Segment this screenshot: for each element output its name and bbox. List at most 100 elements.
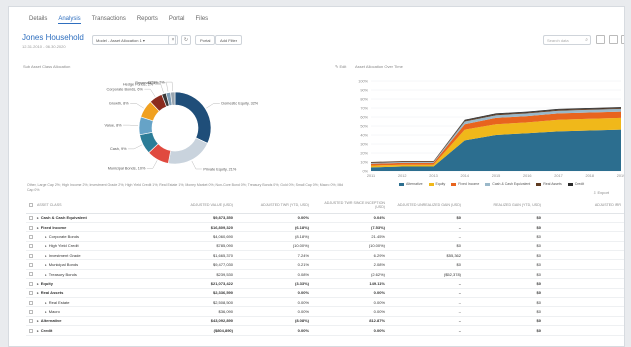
tab-details[interactable]: Details bbox=[29, 16, 47, 24]
row-checkbox[interactable] bbox=[29, 328, 33, 333]
table-row[interactable]: ▸ Macro $36,090 0.00% 0.00% – $0 bbox=[26, 306, 624, 317]
row-checkbox[interactable] bbox=[29, 216, 33, 221]
table-row[interactable]: ▸ Real Assets $2,336,590 0.00% 0.00% – $0 bbox=[26, 288, 624, 299]
table-row[interactable]: ▸ Investment Grade $1,665,370 7.24% 6.29% $55… bbox=[26, 250, 624, 261]
legend-item[interactable]: Cash & Cash Equivalent bbox=[485, 182, 530, 186]
expand-caret-icon[interactable]: ▸ bbox=[45, 301, 47, 305]
twr-since-inception-cell: 2.08% bbox=[312, 259, 388, 270]
tab-files[interactable]: Files bbox=[196, 16, 209, 24]
refresh-icon[interactable]: ↻ bbox=[181, 35, 191, 45]
column-header[interactable]: ASSET CLASS bbox=[26, 198, 176, 214]
expand-caret-icon[interactable]: ▸ bbox=[37, 216, 39, 220]
column-header[interactable]: ADJUSTED IRR bbox=[544, 198, 624, 214]
tab-analysis[interactable]: Analysis bbox=[58, 16, 81, 24]
model-select[interactable]: Model - Asset Allocation 1 ▾ bbox=[92, 35, 176, 45]
table-row[interactable]: ▸ Alternative $43,092,890 (8.08%) 812.87% – $0 bbox=[26, 316, 624, 327]
legend-swatch bbox=[485, 182, 491, 186]
row-checkbox[interactable] bbox=[29, 300, 33, 305]
search-input[interactable]: Search data ⌕ bbox=[543, 35, 591, 45]
settings-icon[interactable] bbox=[621, 35, 624, 44]
asset-class-name: Investment Grade bbox=[48, 252, 81, 258]
expand-caret-icon[interactable]: ▸ bbox=[37, 226, 39, 230]
row-checkbox[interactable] bbox=[29, 234, 33, 239]
realized-gain-cell: $0 bbox=[464, 213, 544, 223]
clear-icon[interactable]: × bbox=[168, 35, 178, 45]
table-row[interactable]: ▸ Treasury Bonds $239,530 0.08% (2.62%) ($52,… bbox=[26, 269, 624, 280]
twr-since-inception-cell: 0.00% bbox=[312, 288, 388, 299]
tab-reports[interactable]: Reports bbox=[137, 16, 158, 24]
expand-caret-icon[interactable]: ▸ bbox=[37, 319, 39, 323]
table-row[interactable]: ▸ Credit ($804,890) 0.00% 0.00% – $0 bbox=[26, 325, 624, 336]
asset-class-cell[interactable]: ▸ Real Assets bbox=[26, 288, 176, 299]
expand-caret-icon[interactable]: ▸ bbox=[37, 329, 39, 333]
legend-item[interactable]: Credit bbox=[567, 182, 584, 186]
asset-class-cell[interactable]: ▸ High Yield Credit bbox=[26, 241, 176, 252]
row-checkbox[interactable] bbox=[29, 225, 33, 230]
asset-class-cell[interactable]: ▸ Fixed Income bbox=[26, 222, 176, 233]
adjusted-value-cell: $21,073,422 bbox=[176, 278, 236, 289]
export-button[interactable]: ⇩ Export bbox=[593, 190, 609, 195]
add-filter-button[interactable]: Add Filter bbox=[215, 35, 243, 45]
twr-since-inception-cell: 0.00% bbox=[312, 297, 388, 308]
expand-caret-icon[interactable]: ▸ bbox=[45, 310, 47, 314]
row-checkbox[interactable] bbox=[29, 272, 33, 277]
tab-portal[interactable]: Portal bbox=[169, 16, 185, 24]
row-checkbox[interactable] bbox=[29, 263, 33, 268]
table-row[interactable]: ▸ High Yield Credit $785,090 (10.00%) (10.00… bbox=[26, 241, 624, 252]
unrealized-gain-cell: – bbox=[388, 306, 464, 317]
column-header[interactable]: ADJUSTED TWR SINCE INCEPTION (USD) bbox=[312, 198, 388, 214]
columns-icon[interactable] bbox=[609, 35, 618, 44]
asset-class-cell[interactable]: ▸ Investment Grade bbox=[26, 250, 176, 261]
asset-class-cell[interactable]: ▸ Macro bbox=[26, 306, 176, 317]
column-header[interactable]: ADJUSTED UNREALIZED GAIN (USD) bbox=[388, 198, 464, 214]
expand-caret-icon[interactable]: ▸ bbox=[45, 244, 47, 248]
legend-item[interactable]: Equity bbox=[428, 182, 445, 186]
table-row[interactable]: ▸ Equity $21,073,422 (3.33%) 149.11% – $0 bbox=[26, 278, 624, 289]
column-header[interactable]: ADJUSTED VALUE (USD) bbox=[176, 198, 236, 214]
asset-class-cell[interactable]: ▸ Alternative bbox=[26, 316, 176, 327]
select-all-checkbox[interactable] bbox=[29, 203, 33, 208]
table-row[interactable]: ▸ Cash & Cash Equivalent $9,873,350 0.00% 0.… bbox=[26, 213, 624, 223]
asset-class-cell[interactable]: ▸ Municipal Bonds bbox=[26, 259, 176, 270]
donut-slice-0[interactable] bbox=[174, 91, 212, 144]
column-header[interactable]: ADJUSTED TWR (YTD, USD) bbox=[236, 198, 312, 214]
row-checkbox[interactable] bbox=[29, 281, 33, 286]
expand-caret-icon[interactable]: ▸ bbox=[45, 273, 47, 277]
twr-ytd-cell: (6.18%) bbox=[236, 222, 312, 233]
table-row[interactable]: ▸ Real Estate $2,508,500 0.00% 0.00% – $0 bbox=[26, 297, 624, 308]
expand-caret-icon[interactable]: ▸ bbox=[37, 282, 39, 286]
row-checkbox[interactable] bbox=[29, 253, 33, 258]
asset-class-cell[interactable]: ▸ Credit bbox=[26, 325, 176, 336]
portal-button[interactable]: Portal bbox=[195, 35, 216, 45]
row-checkbox[interactable] bbox=[29, 319, 33, 324]
row-checkbox[interactable] bbox=[29, 310, 33, 315]
layout-icon[interactable] bbox=[596, 35, 605, 44]
donut-slice-1[interactable] bbox=[167, 137, 208, 165]
unrealized-gain-cell: – bbox=[388, 288, 464, 299]
column-header[interactable]: REALIZED GAIN (YTD, USD) bbox=[464, 198, 544, 214]
asset-class-cell[interactable]: ▸ Treasury Bonds bbox=[26, 269, 176, 280]
table-row[interactable]: ▸ Municipal Bonds $9,477,030 0.21% 2.08% $0 $0 bbox=[26, 259, 624, 270]
legend-item[interactable]: Real Assets bbox=[536, 182, 562, 186]
donut-edit-link[interactable]: ✎ Edit bbox=[335, 64, 346, 69]
unrealized-gain-cell: – bbox=[388, 325, 464, 336]
legend-item[interactable]: Fixed Income bbox=[451, 182, 479, 186]
tab-transactions[interactable]: Transactions bbox=[92, 16, 126, 24]
realized-gain-cell: $0 bbox=[464, 306, 544, 317]
legend-item[interactable]: Alternative bbox=[399, 182, 423, 186]
expand-caret-icon[interactable]: ▸ bbox=[37, 291, 39, 295]
donut-leader-line bbox=[191, 160, 202, 170]
table-row[interactable]: ▸ Fixed Income $16,809,320 (6.18%) (7.53%) – $… bbox=[26, 222, 624, 233]
asset-class-cell[interactable]: ▸ Equity bbox=[26, 278, 176, 289]
expand-caret-icon[interactable]: ▸ bbox=[45, 263, 47, 267]
row-checkbox[interactable] bbox=[29, 244, 33, 249]
expand-caret-icon[interactable]: ▸ bbox=[45, 254, 47, 258]
asset-class-cell[interactable]: ▸ Corporate Bonds bbox=[26, 231, 176, 242]
table-row[interactable]: ▸ Corporate Bonds $4,060,690 (8.18%) 21.45% –… bbox=[26, 231, 624, 242]
twr-ytd-cell: 0.21% bbox=[236, 259, 312, 270]
asset-class-cell[interactable]: ▸ Cash & Cash Equivalent bbox=[26, 213, 176, 223]
legend-label: Alternative bbox=[406, 182, 423, 186]
expand-caret-icon[interactable]: ▸ bbox=[45, 235, 47, 239]
row-checkbox[interactable] bbox=[29, 291, 33, 296]
asset-class-cell[interactable]: ▸ Real Estate bbox=[26, 297, 176, 308]
